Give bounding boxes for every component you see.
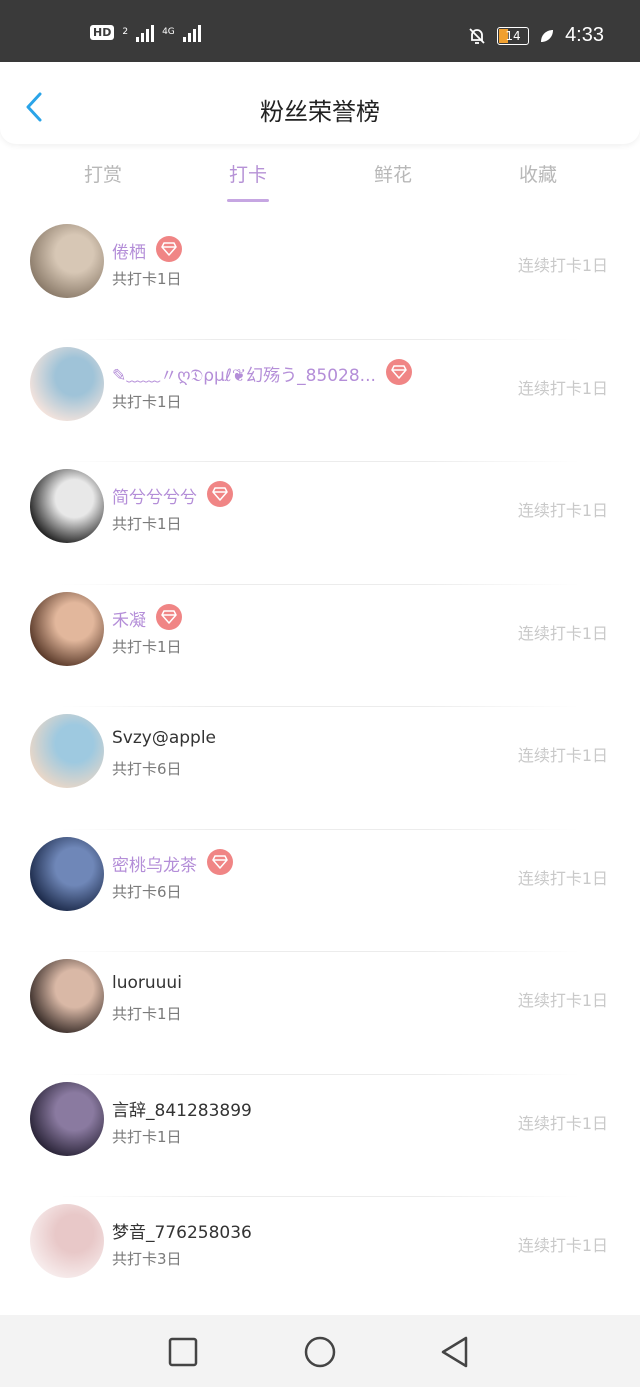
total-checkin: 共打卡6日 bbox=[112, 882, 182, 901]
signal-icon bbox=[136, 22, 155, 42]
triangle-back-icon bbox=[441, 1336, 468, 1368]
battery-icon: 14 bbox=[497, 26, 530, 45]
page-title: 粉丝荣誉榜 bbox=[260, 98, 380, 126]
system-nav-bar bbox=[0, 1315, 640, 1387]
streak-checkin: 连续打卡1日 bbox=[517, 746, 608, 765]
avatar[interactable] bbox=[30, 714, 104, 788]
tab-favorites[interactable]: 收藏 bbox=[498, 160, 578, 187]
tab-label: 收藏 bbox=[518, 164, 557, 186]
fan-row[interactable]: 禾凝共打卡1日 连续打卡1日 bbox=[0, 583, 640, 707]
fan-name[interactable]: Svzy@apple bbox=[112, 728, 216, 748]
status-bar: HD 2 4G 14 4:33 bbox=[0, 0, 640, 62]
vip-badge bbox=[156, 603, 182, 630]
bell-off-icon bbox=[469, 27, 485, 44]
tab-reward[interactable]: 打赏 bbox=[63, 160, 143, 187]
streak-checkin: 连续打卡1日 bbox=[517, 501, 608, 520]
system-indicators: 14 4:33 bbox=[467, 24, 604, 47]
fan-name[interactable]: 梦音_776258036 bbox=[112, 1218, 252, 1243]
fan-name[interactable]: ✎﹏﹏〃ღ𝔇ρμℓ❦幻殇う_85028... bbox=[112, 361, 376, 386]
streak-checkin: 连续打卡1日 bbox=[517, 1113, 608, 1133]
streak-checkin: 连续打卡1日 bbox=[517, 991, 608, 1010]
recent-apps-button[interactable] bbox=[166, 1335, 200, 1369]
fan-name[interactable]: 言辞_841283899 bbox=[112, 1096, 252, 1121]
leaf-icon bbox=[541, 29, 554, 42]
vip-badge bbox=[156, 236, 182, 262]
fan-row[interactable]: 言辞_841283899 共打卡1日 连续打卡1日 bbox=[0, 1073, 640, 1197]
active-tab-indicator bbox=[227, 199, 269, 202]
streak-checkin: 连续打卡1日 bbox=[517, 256, 608, 275]
streak-checkin: 连续打卡1日 bbox=[517, 1236, 608, 1255]
total-checkin: 共打卡1日 bbox=[112, 515, 182, 533]
back-nav-button[interactable] bbox=[438, 1335, 472, 1369]
row-divider bbox=[60, 1196, 580, 1197]
network-indicators: HD 2 4G bbox=[90, 22, 201, 42]
signal-icon-2 bbox=[182, 22, 201, 42]
tab-bar: 打赏 打卡 鲜花 收藏 bbox=[0, 160, 640, 210]
tab-label: 鲜花 bbox=[373, 164, 412, 186]
total-checkin: 共打卡1日 bbox=[112, 1127, 182, 1146]
fan-row[interactable]: 简兮兮兮兮共打卡1日 连续打卡1日 bbox=[0, 461, 640, 584]
diamond-icon bbox=[161, 609, 177, 624]
fan-row[interactable]: ✎﹏﹏〃ღ𝔇ρμℓ❦幻殇う_85028... 共打卡1日 连续打卡1日 bbox=[0, 338, 640, 462]
fan-row[interactable]: luoruuui 共打卡1日 连续打卡1日 bbox=[0, 951, 640, 1074]
circle-icon bbox=[304, 1336, 336, 1368]
row-divider bbox=[60, 338, 580, 340]
fan-name[interactable]: 禾凝 bbox=[112, 606, 146, 631]
fan-row[interactable]: 倦栖共打卡1日 连续打卡1日 bbox=[0, 216, 640, 339]
page-header: 粉丝荣誉榜 bbox=[0, 62, 640, 144]
streak-checkin: 连续打卡1日 bbox=[517, 378, 608, 398]
avatar[interactable] bbox=[30, 346, 104, 421]
fan-row[interactable]: Svzy@apple 共打卡6日 连续打卡1日 bbox=[0, 706, 640, 829]
clock: 4:33 bbox=[565, 24, 604, 46]
square-icon bbox=[168, 1337, 198, 1367]
tab-label: 打卡 bbox=[228, 164, 267, 186]
row-divider bbox=[60, 461, 580, 462]
row-divider bbox=[60, 828, 580, 830]
fan-name[interactable]: 倦栖 bbox=[112, 238, 146, 263]
fan-name[interactable]: luoruuui bbox=[112, 973, 182, 993]
avatar[interactable] bbox=[30, 836, 104, 911]
row-divider bbox=[60, 951, 580, 952]
sim-icon: 2 bbox=[122, 27, 129, 37]
total-checkin: 共打卡6日 bbox=[112, 760, 182, 778]
total-checkin: 共打卡3日 bbox=[112, 1250, 182, 1268]
fan-row[interactable]: 密桃乌龙茶共打卡6日 连续打卡1日 bbox=[0, 828, 640, 952]
total-checkin: 共打卡1日 bbox=[112, 1005, 182, 1023]
tab-label: 打赏 bbox=[83, 164, 122, 186]
avatar[interactable] bbox=[30, 1081, 104, 1156]
total-checkin: 共打卡1日 bbox=[112, 392, 182, 411]
total-checkin: 共打卡1日 bbox=[112, 270, 182, 288]
diamond-icon bbox=[212, 487, 228, 501]
vip-badge bbox=[207, 481, 233, 507]
avatar[interactable] bbox=[30, 591, 104, 666]
vip-badge bbox=[207, 848, 233, 875]
fan-list: 倦栖 共打卡1日 连续打卡1日 ✎﹏﹏〃ღ𝔇ρμℓ❦幻殇う_85028... 共打卡1日… bbox=[0, 216, 640, 1319]
hd-icon: HD bbox=[90, 24, 115, 40]
diamond-icon bbox=[212, 854, 228, 869]
row-divider bbox=[60, 1073, 580, 1075]
streak-checkin: 连续打卡1日 bbox=[517, 868, 608, 888]
row-divider bbox=[60, 583, 580, 585]
home-button[interactable] bbox=[303, 1335, 337, 1369]
battery-level: 14 bbox=[505, 28, 521, 43]
diamond-icon bbox=[391, 364, 407, 379]
diamond-icon bbox=[161, 242, 177, 256]
vip-badge bbox=[385, 358, 412, 385]
network-gen-label: 4G bbox=[162, 27, 175, 37]
avatar[interactable] bbox=[30, 1204, 104, 1278]
fan-row[interactable]: 梦音_776258036 共打卡3日 连续打卡1日 bbox=[0, 1196, 640, 1319]
streak-checkin: 连续打卡1日 bbox=[517, 623, 608, 643]
avatar[interactable] bbox=[30, 959, 104, 1033]
fan-name[interactable]: 密桃乌龙茶 bbox=[112, 851, 197, 876]
tab-flowers[interactable]: 鲜花 bbox=[353, 160, 433, 187]
row-divider bbox=[60, 706, 580, 707]
avatar[interactable] bbox=[30, 224, 104, 298]
total-checkin: 共打卡1日 bbox=[112, 637, 182, 656]
avatar[interactable] bbox=[30, 469, 104, 543]
fan-name[interactable]: 简兮兮兮兮 bbox=[112, 483, 197, 508]
tab-checkin[interactable]: 打卡 bbox=[208, 160, 288, 202]
